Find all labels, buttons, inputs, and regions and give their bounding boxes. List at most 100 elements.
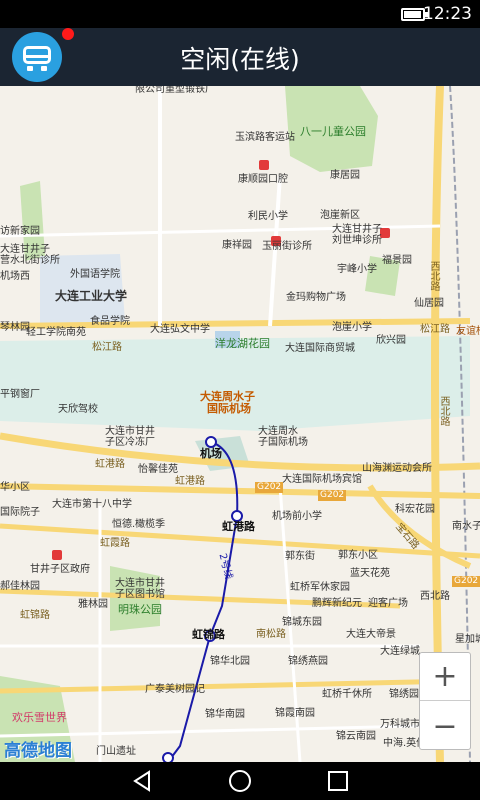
map-label: 轻工学院南苑 bbox=[26, 327, 86, 338]
map-label: 郭东街 bbox=[285, 551, 315, 562]
highway-badge: G202 bbox=[318, 490, 347, 501]
clock: 12:23 bbox=[423, 4, 472, 24]
map-label: 营水北街诊所 bbox=[0, 255, 60, 266]
map-label: 康祥园 bbox=[222, 240, 252, 251]
home-icon[interactable] bbox=[228, 769, 252, 793]
map-label: 访新家园 bbox=[0, 226, 40, 237]
map-label: 大连工业大学 bbox=[55, 289, 128, 303]
map-label: 大连大帝景 bbox=[346, 629, 396, 640]
map-label: 友谊桥 bbox=[456, 326, 480, 337]
map-label: 八一儿童公园 bbox=[300, 125, 366, 138]
map-label: 欣兴园 bbox=[376, 335, 406, 346]
map-label: 雅林园 bbox=[78, 599, 108, 610]
station-label[interactable]: 虹港路 bbox=[222, 521, 255, 532]
map-label: 西北路 bbox=[420, 591, 450, 602]
map-brand-logo: 高德地图 bbox=[4, 741, 72, 761]
map-label: 外国语学院 bbox=[70, 269, 120, 280]
map-label: 虹桥军休家园 bbox=[290, 582, 350, 593]
map-label: 南水子 bbox=[452, 521, 480, 532]
map-label: 机场前小学 bbox=[272, 511, 322, 522]
map-label: 怡馨佳苑 bbox=[138, 464, 178, 475]
status-bar: 12:23 bbox=[0, 0, 480, 28]
map-label: 锦华北园 bbox=[210, 656, 250, 667]
map-label: 郝佳林园 bbox=[0, 581, 40, 592]
map-label: 大连甘井子 bbox=[0, 244, 50, 255]
map-label: 蓝天花苑 bbox=[350, 568, 390, 579]
page-title: 空闲(在线) bbox=[180, 45, 300, 74]
map-view[interactable]: 限公司重型锻铁厂 玉滨路客运站 八一儿童公园 康顺园口腔 康居园 利民小学 泡崖… bbox=[0, 86, 480, 762]
map-label: 机场西 bbox=[0, 271, 30, 282]
map-label: 南松路 bbox=[256, 629, 286, 640]
zoom-controls: + − bbox=[419, 652, 471, 750]
map-label: 松江路 bbox=[92, 342, 122, 353]
map-label: 门山遗址 bbox=[96, 746, 136, 757]
map-label: 大连市甘井 bbox=[115, 578, 165, 589]
map-label: 西北路 bbox=[438, 396, 449, 426]
map-label: 限公司重型锻铁厂 bbox=[135, 86, 215, 95]
map-label: 虹桥千休所 bbox=[322, 689, 372, 700]
map-label: 恒德.橄榄季 bbox=[112, 519, 166, 530]
title-bar: 空闲(在线) bbox=[0, 28, 480, 86]
map-label: 锦城东园 bbox=[282, 617, 322, 628]
map-label: 锦云南园 bbox=[336, 731, 376, 742]
map-label: 迎客广场 bbox=[368, 598, 408, 609]
map-label: 康顺园口腔 bbox=[238, 174, 288, 185]
map-label: 食品学院 bbox=[90, 316, 130, 327]
map-label: 西北路 bbox=[428, 261, 439, 291]
map-label: 泡崖小学 bbox=[332, 322, 372, 333]
map-label: 郭东小区 bbox=[338, 550, 378, 561]
map-label: 金玛购物广场 bbox=[286, 292, 346, 303]
map-label: 山海渊运动会所 bbox=[362, 463, 432, 474]
map-label: 虹霞路 bbox=[100, 538, 130, 549]
map-label: 万科城市 bbox=[380, 719, 420, 730]
map-label: 锦绣园 bbox=[389, 689, 419, 700]
map-label: 子区冷冻厂 bbox=[105, 437, 155, 448]
highway-badge: G202 bbox=[452, 576, 480, 587]
map-label: 广泰美树园记 bbox=[145, 684, 205, 695]
map-label: 子区图书馆 bbox=[115, 589, 165, 600]
navigation-bar bbox=[0, 762, 480, 800]
map-label: 虹锦路 bbox=[20, 610, 50, 621]
map-label: 锦华南园 bbox=[205, 709, 245, 720]
station-label[interactable]: 虹锦路 bbox=[192, 629, 225, 640]
map-label: 甘井子区政府 bbox=[30, 564, 90, 575]
zoom-out-button[interactable]: − bbox=[420, 702, 470, 750]
map-label: 国际院子 bbox=[0, 507, 40, 518]
map-label: 玉丽街诊所 bbox=[262, 241, 312, 252]
map-label: 大连市第十八中学 bbox=[52, 499, 132, 510]
map-label: 康居园 bbox=[330, 170, 360, 181]
map-label: 刘世坤诊所 bbox=[332, 235, 382, 246]
recent-apps-icon[interactable] bbox=[326, 769, 350, 793]
highway-badge: G202 bbox=[255, 482, 284, 493]
map-label: 大连弘文中学 bbox=[150, 324, 210, 335]
map-label: 大连市甘井 bbox=[105, 426, 155, 437]
map-label: 星加城 bbox=[455, 634, 480, 645]
map-label: 天欣驾校 bbox=[58, 404, 98, 415]
map-label: 子国际机场 bbox=[258, 437, 308, 448]
map-label: 大连周水子 bbox=[200, 390, 255, 403]
map-label: 虹港路 bbox=[95, 459, 125, 470]
map-label: 大连国际商贸城 bbox=[285, 343, 355, 354]
map-label: 福景园 bbox=[382, 255, 412, 266]
map-label: 利民小学 bbox=[248, 211, 288, 222]
map-label: 玉滨路客运站 bbox=[235, 132, 295, 143]
map-label: 华小区 bbox=[0, 482, 30, 493]
map-label: 锦霞南园 bbox=[275, 708, 315, 719]
map-label: 大连甘井子 bbox=[332, 224, 382, 235]
back-icon[interactable] bbox=[130, 769, 154, 793]
map-label: 锦绣燕园 bbox=[288, 656, 328, 667]
map-label: 鹏辉新纪元 bbox=[312, 598, 362, 609]
map-label: 泡崖新区 bbox=[320, 210, 360, 221]
map-label: 科宏花园 bbox=[395, 504, 435, 515]
map-label: 大连周水 bbox=[258, 426, 298, 437]
map-label: 宇峰小学 bbox=[337, 264, 377, 275]
map-label: 大连国际机场宾馆 bbox=[282, 474, 362, 485]
notification-dot bbox=[62, 28, 74, 40]
map-label: 洋龙湖花园 bbox=[215, 337, 270, 350]
map-label: 欢乐雪世界 bbox=[12, 711, 67, 724]
zoom-in-button[interactable]: + bbox=[420, 653, 470, 701]
map-label: 松江路 bbox=[420, 324, 450, 335]
station-label[interactable]: 机场 bbox=[200, 448, 222, 459]
map-label: 明珠公园 bbox=[118, 603, 162, 616]
map-label: 大连绿城 bbox=[380, 646, 420, 657]
